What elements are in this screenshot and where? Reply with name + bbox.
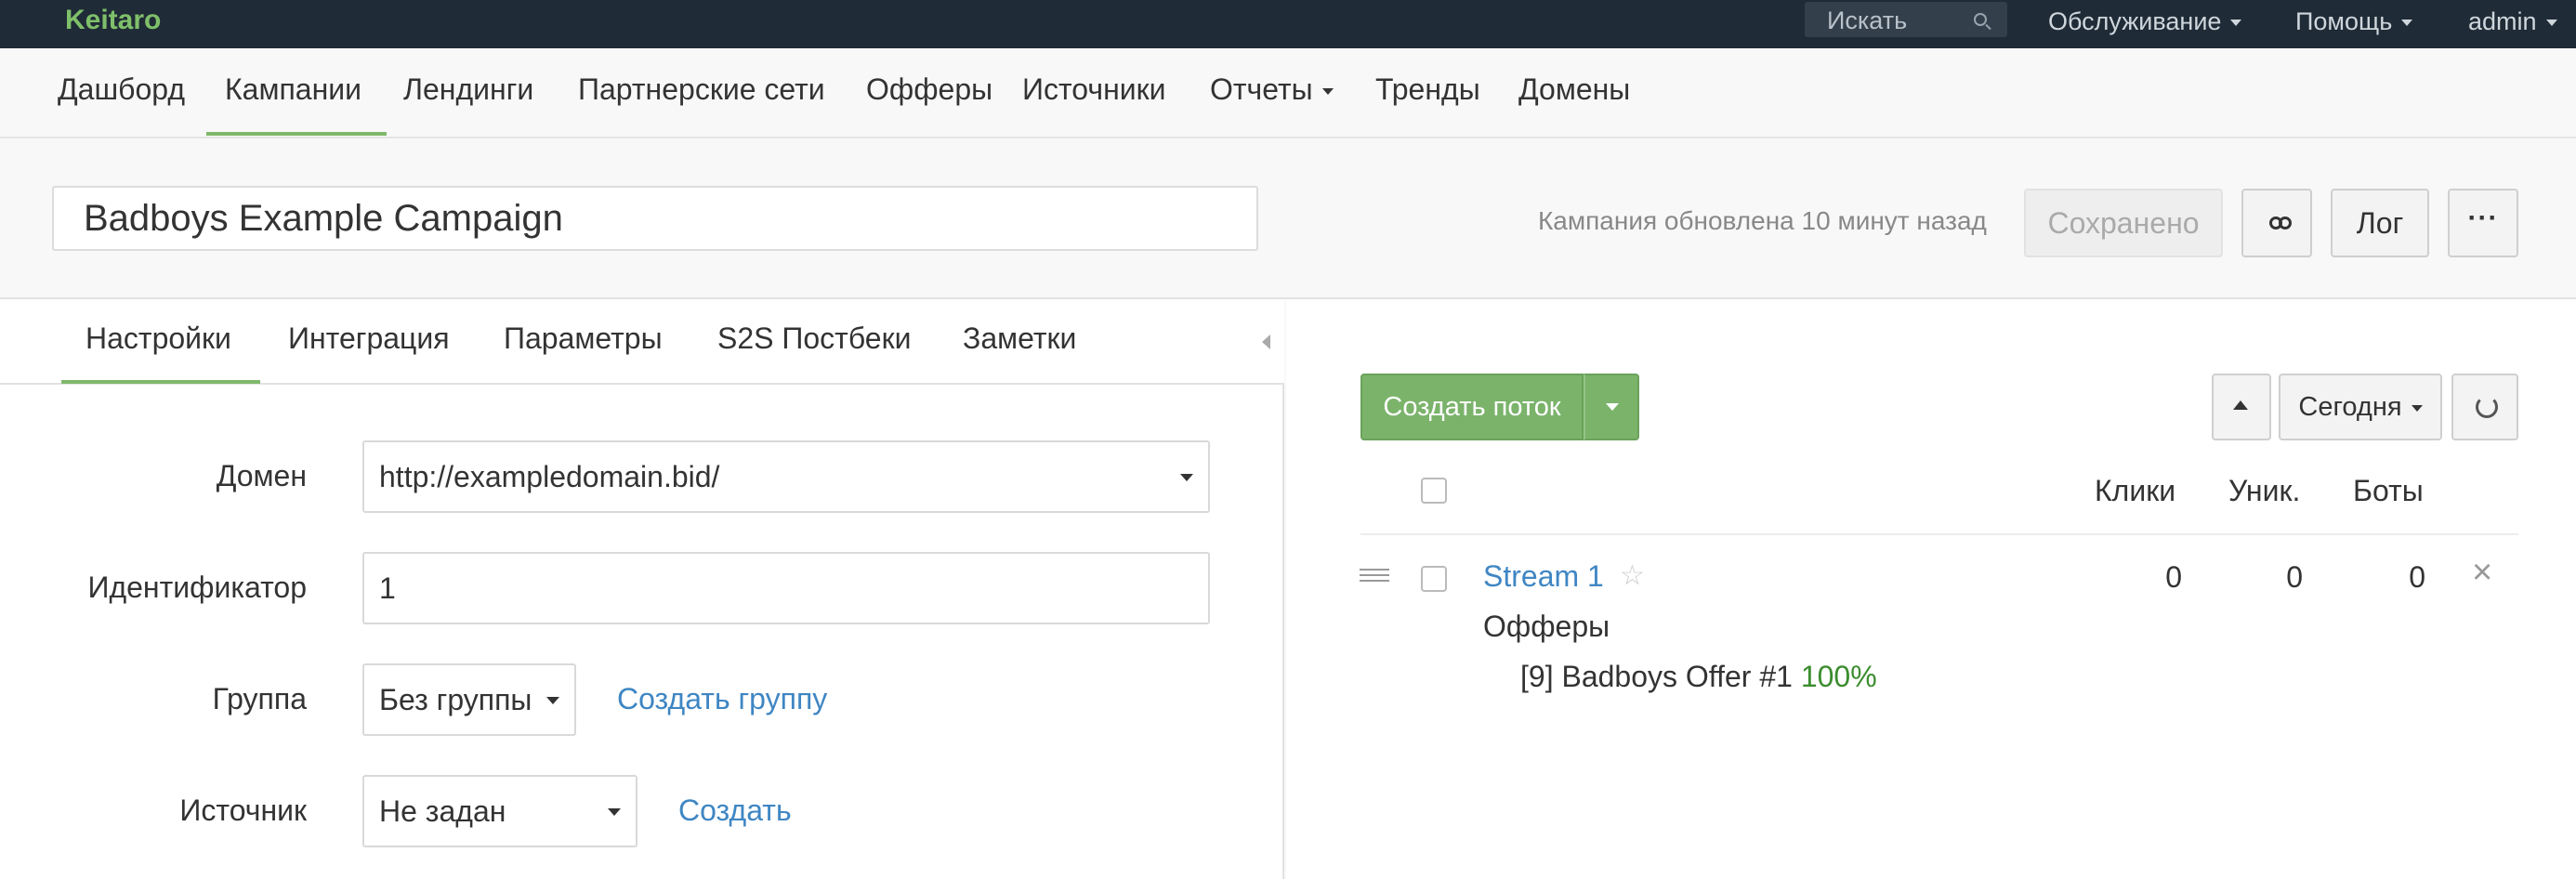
- tab-notes[interactable]: Заметки: [963, 320, 1076, 357]
- identifier-label: Идентификатор: [87, 571, 307, 604]
- sort-up-button[interactable]: [2212, 374, 2271, 440]
- create-stream-button[interactable]: Создать поток: [1360, 374, 1584, 440]
- offer-item: [9] Badboys Offer #1 100%: [1520, 660, 1877, 694]
- nav-landings[interactable]: Лендинги: [403, 71, 533, 108]
- collapse-panel-icon[interactable]: [1262, 335, 1270, 349]
- domain-label: Домен: [216, 459, 307, 492]
- chevron-down-icon: [1606, 403, 1619, 411]
- search-box[interactable]: Искать: [1805, 2, 2007, 37]
- offer-name: [9] Badboys Offer #1: [1520, 660, 1793, 693]
- chevron-down-icon: [608, 808, 621, 816]
- more-button[interactable]: ···: [2448, 189, 2518, 257]
- nav-affiliate-networks[interactable]: Партнерские сети: [578, 71, 825, 108]
- search-input[interactable]: Искать: [1827, 7, 1907, 35]
- updated-status: Кампания обновлена 10 минут назад: [1538, 206, 1987, 235]
- arrow-up-icon: [2233, 400, 2248, 410]
- tab-parameters[interactable]: Параметры: [504, 320, 663, 357]
- tab-s2s-postbacks[interactable]: S2S Постбеки: [717, 320, 911, 357]
- nav-sources[interactable]: Источники: [1022, 71, 1165, 108]
- copy-link-button[interactable]: [2241, 189, 2312, 257]
- offers-label: Офферы: [1483, 610, 1610, 643]
- identifier-input[interactable]: [362, 552, 1210, 624]
- log-button[interactable]: Лог: [2331, 189, 2429, 257]
- more-icon: ···: [2467, 203, 2499, 233]
- tab-settings[interactable]: Настройки: [85, 320, 231, 357]
- top-bar: Keitaro Искать Обслуживание Помощь admin: [0, 0, 2576, 48]
- drag-handle-icon[interactable]: [1360, 569, 1389, 582]
- close-icon[interactable]: ×: [2472, 554, 2492, 591]
- stream-bots: 0: [2409, 560, 2425, 594]
- nav-campaigns[interactable]: Кампании: [225, 71, 361, 108]
- nav-reports[interactable]: Отчеты: [1210, 71, 1334, 108]
- create-stream-dropdown[interactable]: [1584, 374, 1639, 440]
- chevron-down-icon: [1180, 474, 1193, 481]
- column-unique[interactable]: Уник.: [2228, 474, 2300, 508]
- select-all-checkbox[interactable]: [1421, 478, 1447, 504]
- stream-checkbox[interactable]: [1421, 566, 1447, 592]
- brand-logo[interactable]: Keitaro: [65, 4, 161, 37]
- nav-dashboard[interactable]: Дашборд: [58, 71, 185, 108]
- menu-help[interactable]: Помощь: [2295, 6, 2413, 37]
- group-select[interactable]: Без группы: [362, 663, 576, 736]
- chevron-down-icon: [2545, 20, 2557, 27]
- stream-name-link[interactable]: Stream 1: [1483, 559, 1604, 594]
- stream-unique: 0: [2286, 560, 2303, 594]
- chevron-down-icon: [2230, 20, 2242, 27]
- search-icon[interactable]: [1974, 13, 1987, 26]
- star-icon[interactable]: ☆: [1620, 559, 1645, 592]
- stream-clicks: 0: [2165, 560, 2182, 594]
- chevron-down-icon: [2401, 20, 2413, 27]
- table-divider: [1360, 533, 2518, 535]
- menu-maintenance[interactable]: Обслуживание: [2048, 6, 2242, 37]
- column-bots[interactable]: Боты: [2353, 474, 2424, 508]
- create-source-link[interactable]: Создать: [678, 794, 792, 828]
- chevron-down-icon: [546, 697, 559, 704]
- group-label: Группа: [212, 682, 307, 715]
- tab-active-indicator: [61, 380, 260, 384]
- menu-user[interactable]: admin: [2468, 6, 2557, 37]
- nav-domains[interactable]: Домены: [1518, 71, 1630, 108]
- save-button[interactable]: Сохранено: [2024, 189, 2223, 257]
- domain-select[interactable]: http://exampledomain.bid/: [362, 440, 1210, 513]
- chevron-down-icon: [1321, 88, 1334, 96]
- refresh-button[interactable]: [2451, 374, 2518, 440]
- chevron-down-icon: [2411, 404, 2423, 412]
- column-clicks[interactable]: Клики: [2095, 474, 2175, 508]
- create-group-link[interactable]: Создать группу: [617, 682, 827, 716]
- link-icon: [2269, 216, 2292, 230]
- tab-integration[interactable]: Интеграция: [288, 320, 450, 357]
- nav-active-indicator: [206, 132, 387, 136]
- source-label: Источник: [179, 794, 307, 827]
- campaign-name-input[interactable]: [52, 186, 1258, 251]
- period-select[interactable]: Сегодня: [2279, 374, 2442, 440]
- source-select[interactable]: Не задан: [362, 775, 637, 847]
- offer-share: 100%: [1800, 660, 1877, 693]
- nav-offers[interactable]: Офферы: [866, 71, 992, 108]
- nav-trends[interactable]: Тренды: [1375, 71, 1480, 108]
- refresh-icon: [2476, 396, 2498, 418]
